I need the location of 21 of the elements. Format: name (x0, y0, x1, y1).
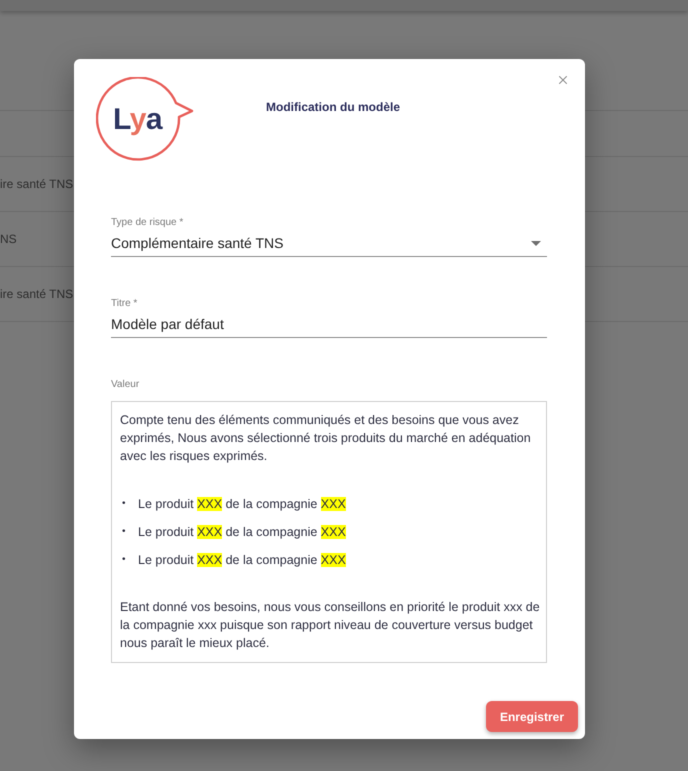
table-cell: NS (0, 232, 17, 246)
risk-type-select[interactable]: Complémentaire santé TNS (111, 234, 547, 257)
dropdown-caret-icon (531, 240, 541, 246)
list-bullet: • (121, 525, 127, 539)
editor-paragraph: Compte tenu des éléments communiqués et des besoins que vous avez exprimés, Nous avons sélectionné trois produits du marché en adéquation avec les risques exprimés. (120, 412, 532, 465)
editor-paragraph: Etant donné vos besoins, nous vous conseillons en priorité le produit xxx de la compagnie xxx puisque son rapport niveau de couverture versus budget nous paraît le mieux placé. (120, 599, 540, 652)
editor-list-item: Le produit XXX de la compagnie XXX (138, 524, 346, 541)
field-label: Type de risque * (111, 217, 184, 229)
editor-list-item: Le produit XXX de la compagnie XXX (138, 552, 346, 569)
table-cell: ire santé TNS (0, 287, 74, 301)
editor-list-item: Le produit XXX de la compagnie XXX (138, 496, 346, 513)
list-bullet: • (121, 553, 127, 567)
dialog-title: Modification du modèle (266, 100, 400, 114)
close-button[interactable] (556, 73, 570, 87)
field-label: Titre * (111, 298, 138, 310)
table-cell: ire santé TNS (0, 177, 74, 191)
title-input[interactable]: Modèle par défaut (111, 315, 547, 338)
field-label: Valeur (111, 379, 140, 391)
rich-text-editor[interactable] (111, 401, 547, 663)
close-icon (556, 73, 570, 87)
list-bullet: • (121, 497, 127, 511)
